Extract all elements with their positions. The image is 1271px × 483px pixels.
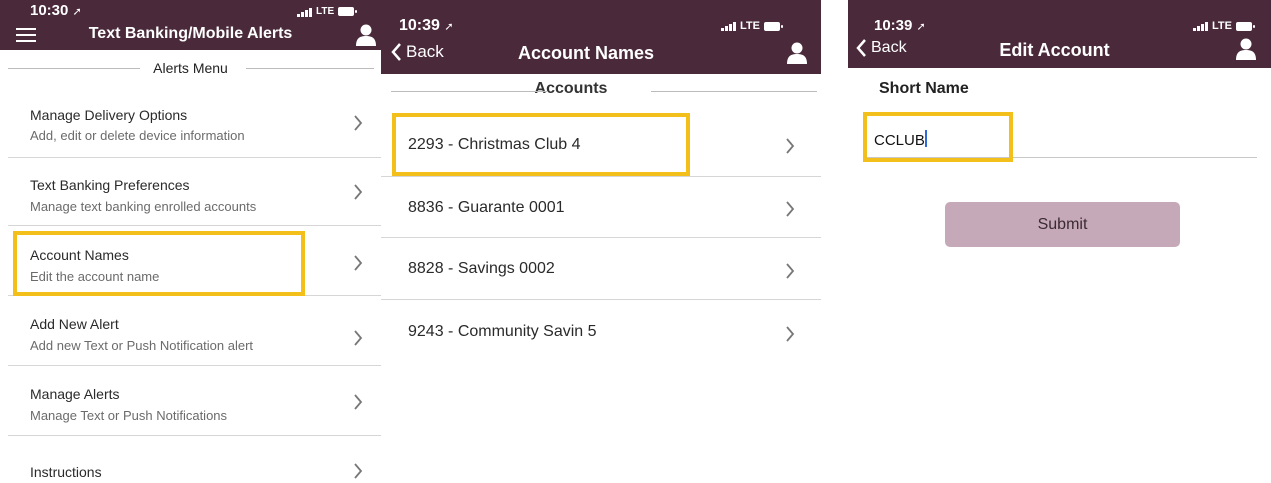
- menu-item-subtitle: Add, edit or delete device information: [30, 128, 245, 143]
- status-indicators: LTE: [297, 6, 358, 17]
- account-row[interactable]: 8828 - Savings 0002: [381, 239, 821, 300]
- user-icon[interactable]: [1236, 38, 1256, 60]
- menu-item-manage-alerts[interactable]: Manage Alerts Manage Text or Push Notifi…: [8, 367, 381, 436]
- user-icon[interactable]: [787, 42, 807, 64]
- chevron-right-icon: [786, 201, 795, 217]
- chevron-right-icon: [354, 394, 363, 410]
- status-time: 10:39 ➚: [399, 17, 454, 35]
- section-title-text: Accounts: [534, 80, 608, 97]
- account-label: 8836 - Guarante 0001: [408, 199, 565, 216]
- status-time: 10:39 ➚: [874, 17, 926, 34]
- section-title-text: Alerts Menu: [153, 60, 228, 76]
- account-row[interactable]: 8836 - Guarante 0001: [381, 178, 821, 238]
- location-arrow-icon: ➚: [444, 21, 454, 33]
- divider: [8, 68, 140, 69]
- account-label: 9243 - Community Savin 5: [408, 323, 597, 340]
- menu-item-account-names[interactable]: Account Names Edit the account name: [8, 227, 381, 296]
- user-icon[interactable]: [356, 24, 376, 46]
- menu-item-subtitle: Add new Text or Push Notification alert: [30, 338, 254, 353]
- battery-icon: [763, 21, 783, 31]
- divider: [246, 68, 374, 69]
- menu-item-title: Manage Delivery Options: [30, 107, 188, 123]
- menu-item-title: Add New Alert: [30, 316, 119, 332]
- network-label: LTE: [740, 20, 760, 32]
- status-time-text: 10:39: [874, 17, 913, 34]
- account-row[interactable]: 2293 - Christmas Club 4: [381, 112, 821, 177]
- chevron-right-icon: [786, 326, 795, 342]
- menu-item-instructions[interactable]: Instructions: [8, 437, 381, 483]
- status-time-text: 10:30: [30, 2, 69, 19]
- chevron-right-icon: [354, 115, 363, 131]
- chevron-right-icon: [354, 463, 363, 479]
- battery-icon: [338, 7, 358, 16]
- short-name-label: Short Name: [879, 80, 969, 97]
- battery-icon: [1235, 21, 1255, 31]
- app-header: 10:39 ➚ LTE Back Edit Account: [848, 0, 1271, 68]
- alerts-menu-screen: 10:30 ➚ LTE Text Banking/Mobile Alerts A…: [0, 0, 381, 483]
- chevron-right-icon: [354, 255, 363, 271]
- submit-button[interactable]: Submit: [945, 202, 1180, 247]
- signal-icon: [297, 7, 312, 17]
- input-underline: [866, 157, 1257, 158]
- account-label: 2293 - Christmas Club 4: [408, 136, 581, 153]
- page-title: Text Banking/Mobile Alerts: [88, 25, 293, 42]
- network-label: LTE: [316, 6, 335, 17]
- text-cursor: [925, 130, 927, 147]
- chevron-right-icon: [354, 330, 363, 346]
- page-title: Account Names: [517, 43, 655, 63]
- status-indicators: LTE: [721, 20, 783, 32]
- menu-item-title: Instructions: [30, 464, 102, 480]
- status-time-text: 10:39: [399, 17, 440, 34]
- account-row[interactable]: 9243 - Community Savin 5: [381, 301, 821, 365]
- menu-item-text-banking-preferences[interactable]: Text Banking Preferences Manage text ban…: [8, 159, 381, 226]
- app-header: 10:39 ➚ LTE Back Account Names: [381, 0, 821, 74]
- menu-item-subtitle: Manage Text or Push Notifications: [30, 408, 228, 423]
- menu-item-title: Manage Alerts: [30, 386, 120, 402]
- location-arrow-icon: ➚: [72, 6, 82, 18]
- section-header: Alerts Menu: [0, 50, 381, 78]
- edit-account-screen: 10:39 ➚ LTE Back Edit Account Short Name…: [848, 0, 1271, 483]
- network-label: LTE: [1212, 20, 1232, 32]
- menu-item-title: Text Banking Preferences: [30, 177, 190, 193]
- status-time: 10:30 ➚: [30, 2, 82, 19]
- menu-item-subtitle: Edit the account name: [30, 269, 160, 284]
- divider: [651, 91, 817, 92]
- menu-item-manage-delivery-options[interactable]: Manage Delivery Options Add, edit or del…: [8, 90, 381, 158]
- signal-icon: [721, 21, 736, 31]
- account-names-screen: 10:39 ➚ LTE Back Account Names Accounts …: [381, 0, 821, 483]
- signal-icon: [1193, 21, 1208, 31]
- chevron-right-icon: [786, 263, 795, 279]
- page-title: Edit Account: [999, 40, 1110, 60]
- menu-item-add-new-alert[interactable]: Add New Alert Add new Text or Push Notif…: [8, 297, 381, 366]
- app-header: 10:30 ➚ LTE Text Banking/Mobile Alerts: [0, 0, 381, 50]
- account-label: 8828 - Savings 0002: [408, 260, 555, 277]
- menu-item-subtitle: Manage text banking enrolled accounts: [30, 199, 257, 214]
- chevron-right-icon: [786, 138, 795, 154]
- divider: [391, 91, 548, 92]
- section-header: Accounts: [381, 80, 821, 98]
- chevron-right-icon: [354, 184, 363, 200]
- short-name-input[interactable]: [874, 129, 1004, 151]
- menu-item-title: Account Names: [30, 247, 129, 263]
- status-indicators: LTE: [1193, 20, 1255, 32]
- location-arrow-icon: ➚: [916, 21, 926, 33]
